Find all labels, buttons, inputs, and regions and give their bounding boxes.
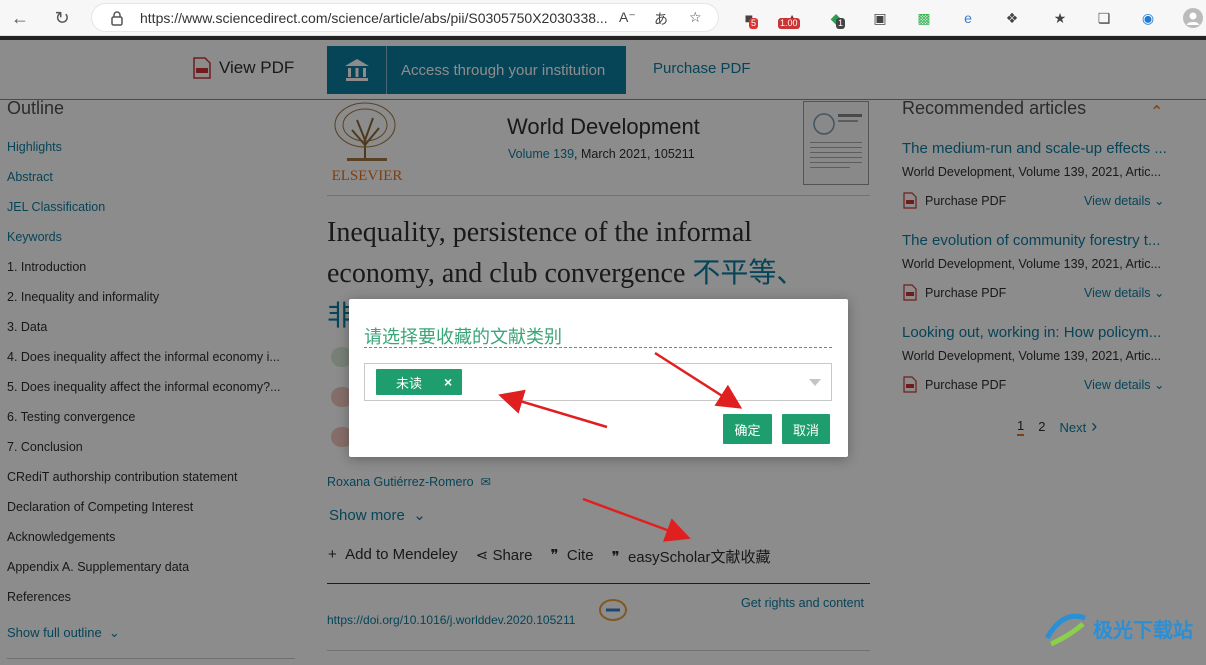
edge-icon[interactable]: ◉ [1136, 6, 1160, 30]
extension-badge: 5 [749, 18, 759, 29]
dialog-title: 请选择要收藏的文献类别 [364, 327, 562, 347]
site-watermark: 极光下载站 [1043, 608, 1193, 648]
extension-icon-1[interactable]: ■5 [737, 6, 761, 30]
translate-icon[interactable]: あ [654, 9, 668, 29]
favorite-add-icon[interactable]: ☆ [689, 9, 702, 26]
selected-category-tag: 未读 × [376, 369, 463, 395]
cancel-button[interactable]: 取消 [782, 414, 830, 444]
url-text[interactable]: https://www.sciencedirect.com/science/ar… [140, 10, 610, 26]
green-extension-icon[interactable]: ▩ [912, 6, 936, 30]
address-bar[interactable]: https://www.sciencedirect.com/science/ar… [91, 3, 719, 32]
remove-tag-icon[interactable]: × [444, 374, 452, 390]
lock-icon [111, 11, 123, 26]
read-aloud-icon[interactable]: A⁻ [619, 9, 636, 26]
selected-category-label: 未读 [396, 375, 423, 391]
watermark-logo-icon [1044, 613, 1086, 647]
refresh-icon[interactable]: ↻ [50, 6, 74, 30]
collect-category-dialog: 请选择要收藏的文献类别 未读 × 确定 取消 [349, 299, 848, 457]
category-select[interactable]: 未读 × [364, 363, 832, 401]
dropdown-caret-icon[interactable] [809, 379, 821, 386]
watermark-text: 极光下载站 [1093, 619, 1193, 642]
favorites-icon[interactable]: ★ [1048, 6, 1072, 30]
dialog-title-underline [364, 347, 832, 348]
back-icon[interactable]: ← [8, 6, 32, 30]
browser-toolbar: ← ↻ https://www.sciencedirect.com/scienc… [0, 0, 1206, 36]
shield-extension-icon[interactable]: ◆ 1 [824, 6, 848, 30]
profile-avatar-icon[interactable] [1181, 6, 1205, 30]
collections-icon[interactable]: ❏ [1092, 6, 1116, 30]
confirm-button[interactable]: 确定 [723, 414, 772, 444]
extension-badge: 1.00 [778, 18, 800, 29]
extension-badge: 1 [836, 18, 846, 29]
ie-extension-icon[interactable]: e [956, 6, 980, 30]
picture-in-picture-icon[interactable]: ▣ [868, 6, 892, 30]
extensions-puzzle-icon[interactable]: ❖ [1000, 6, 1024, 30]
extension-icon-2[interactable]: ▲1.00 [778, 6, 804, 30]
